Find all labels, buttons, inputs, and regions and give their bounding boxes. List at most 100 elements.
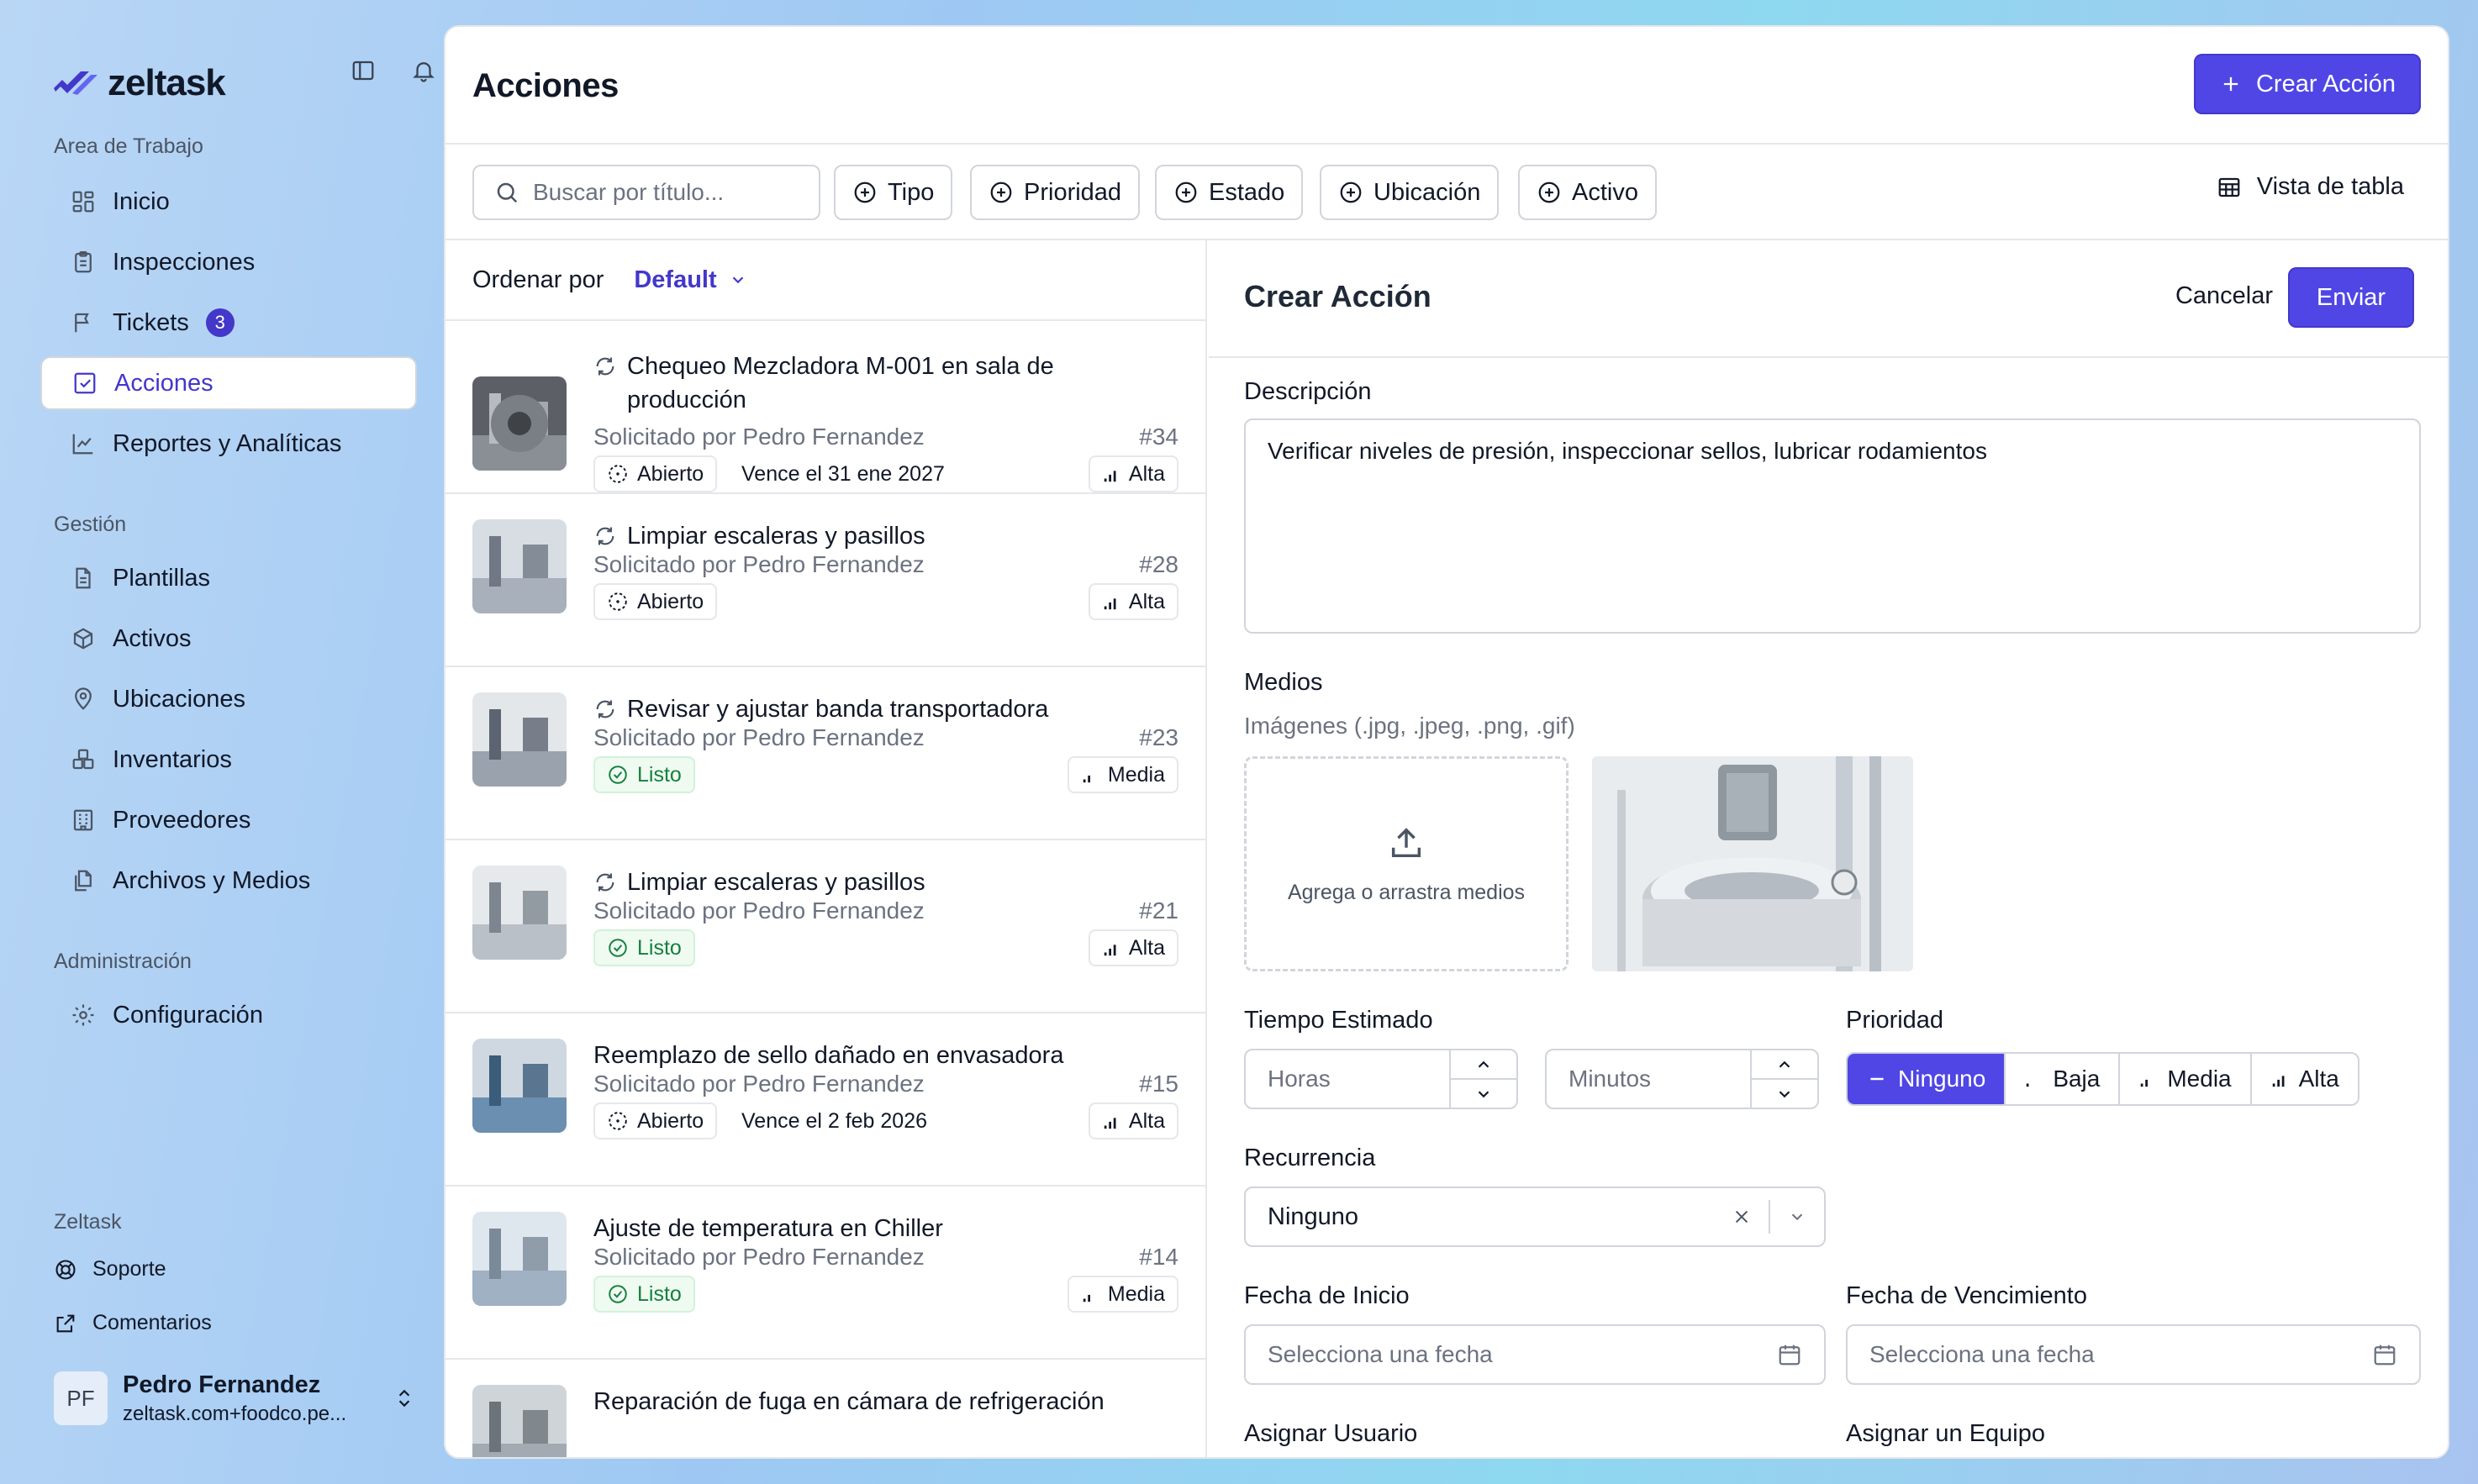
chevron-down-icon[interactable]	[1770, 1208, 1824, 1226]
sidebar-item-tickets[interactable]: Tickets 3	[40, 296, 417, 350]
recurrence-select[interactable]: Ninguno	[1244, 1187, 1826, 1247]
status-label: Listo	[637, 935, 682, 960]
feedback-link[interactable]: Comentarios	[54, 1311, 212, 1335]
user-name: Pedro Fernandez	[123, 1371, 321, 1398]
priority-option-alta[interactable]: Alta	[2249, 1054, 2358, 1104]
action-title: Limpiar escaleras y pasillos	[593, 866, 1178, 899]
support-link[interactable]: Soporte	[54, 1257, 166, 1281]
action-title-text: Revisar y ajustar banda transportadora	[627, 696, 1049, 723]
cancel-button[interactable]: Cancelar	[2175, 282, 2273, 310]
signal-low-icon	[2027, 1083, 2029, 1087]
media-dropzone[interactable]: Agrega o arrastra medios	[1244, 756, 1569, 971]
hours-increment-icon[interactable]	[1451, 1050, 1516, 1078]
action-title-text: Limpiar escaleras y pasillos	[627, 869, 925, 896]
sidebar-item-ubicaciones[interactable]: Ubicaciones	[40, 672, 417, 726]
requested-by: Solicitado por Pedro Fernandez	[593, 724, 925, 750]
priority-label: Prioridad	[1846, 1007, 1944, 1034]
priority-option-media[interactable]: Media	[2118, 1054, 2249, 1104]
actions-list: Ordenar por Default Chequeo Mezcladora M…	[446, 240, 1207, 1457]
user-menu[interactable]: PF Pedro Fernandez zeltask.com+foodco.pe…	[54, 1363, 415, 1434]
list-item[interactable]: Reparación de fuga en cámara de refriger…	[446, 1360, 1205, 1457]
sidebar-item-plantillas[interactable]: Plantillas	[40, 551, 417, 605]
sidebar-item-configuracion[interactable]: Configuración	[40, 988, 417, 1042]
media-thumbnail-image[interactable]	[1592, 756, 1913, 971]
priority-option-label: Media	[2167, 1066, 2232, 1092]
priority-option-label: Ninguno	[1898, 1066, 1986, 1092]
search-icon	[497, 182, 518, 203]
sidebar: zeltask Area de Trabajo Inicio Inspeccio…	[15, 15, 442, 1471]
list-item[interactable]: Limpiar escaleras y pasillos Solicitado p…	[446, 494, 1205, 667]
sidebar-toggle-icon[interactable]	[345, 52, 382, 89]
assign-user-label: Asignar Usuario	[1244, 1420, 1418, 1447]
priority-badge: Media	[1067, 1276, 1178, 1313]
chart-line-icon	[71, 431, 96, 456]
table-view-label: Vista de tabla	[2256, 173, 2404, 200]
form-title: Crear Acción	[1244, 279, 1431, 313]
priority-badge: Alta	[1088, 455, 1178, 492]
sidebar-item-inventarios[interactable]: Inventarios	[40, 733, 417, 787]
list-item[interactable]: Revisar y ajustar banda transportadora So…	[446, 667, 1205, 840]
create-action-button[interactable]: Crear Acción	[2194, 54, 2421, 114]
start-date-picker[interactable]: Selecciona una fecha	[1244, 1324, 1826, 1385]
start-date-label: Fecha de Inicio	[1244, 1282, 1410, 1309]
priority-option-label: Alta	[2298, 1066, 2339, 1092]
check-circle-icon	[607, 937, 629, 959]
priority-option-baja[interactable]: Baja	[2004, 1054, 2118, 1104]
map-pin-icon	[71, 687, 96, 712]
signal-icon	[1104, 1118, 1116, 1129]
submit-label: Enviar	[2316, 283, 2386, 311]
due-date-picker[interactable]: Selecciona una fecha	[1846, 1324, 2421, 1385]
priority-badge: Alta	[1088, 1102, 1178, 1139]
bell-icon[interactable]	[405, 52, 442, 89]
sidebar-item-inicio[interactable]: Inicio	[40, 175, 417, 229]
sidebar-item-label: Proveedores	[113, 806, 251, 834]
action-thumbnail-image	[472, 1039, 567, 1133]
sidebar-item-proveedores[interactable]: Proveedores	[40, 793, 417, 847]
filter-label: Prioridad	[1024, 178, 1122, 206]
table-icon	[2217, 175, 2242, 200]
description-textarea[interactable]: Verificar niveles de presión, inspeccion…	[1244, 418, 2421, 634]
brand[interactable]: zeltask	[52, 62, 226, 104]
sidebar-item-acciones[interactable]: Acciones	[40, 356, 417, 410]
sidebar-item-activos[interactable]: Activos	[40, 612, 417, 666]
clipboard-icon	[71, 250, 96, 275]
sidebar-item-reportes[interactable]: Reportes y Analíticas	[40, 417, 417, 471]
filter-label: Ubicación	[1373, 178, 1481, 206]
list-item[interactable]: Limpiar escaleras y pasillos Solicitado p…	[446, 840, 1205, 1013]
filter-estado[interactable]: Estado	[1155, 165, 1304, 220]
sidebar-item-inspecciones[interactable]: Inspecciones	[40, 235, 417, 289]
action-title-text: Reemplazo de sello dañado en envasadora	[593, 1042, 1064, 1069]
list-item[interactable]: Ajuste de temperatura en Chiller Solicita…	[446, 1187, 1205, 1360]
action-title-text: Chequeo Mezcladora M-001 en sala de prod…	[627, 353, 1054, 413]
submit-button[interactable]: Enviar	[2288, 267, 2414, 328]
search-input[interactable]: Buscar por título...	[472, 165, 820, 220]
status-label: Listo	[637, 1281, 682, 1306]
plus-circle-icon	[852, 180, 878, 205]
minutes-input[interactable]: Minutos	[1545, 1049, 1819, 1109]
status-label: Abierto	[637, 1108, 704, 1133]
sort-select[interactable]: Default	[634, 266, 746, 294]
estimated-time-label: Tiempo Estimado	[1244, 1007, 1433, 1034]
recurring-icon	[593, 697, 617, 721]
priority-label: Alta	[1128, 1108, 1165, 1133]
hours-decrement-icon[interactable]	[1451, 1078, 1516, 1108]
table-view-button[interactable]: Vista de tabla	[2217, 173, 2404, 201]
list-item[interactable]: Chequeo Mezcladora M-001 en sala de prod…	[446, 321, 1205, 494]
brand-name: zeltask	[108, 62, 226, 103]
clear-icon[interactable]	[1715, 1208, 1769, 1226]
sidebar-item-label: Configuración	[113, 1001, 263, 1029]
list-item[interactable]: Reemplazo de sello dañado en envasadora S…	[446, 1013, 1205, 1187]
priority-segmented-control: Ninguno Baja Media Alta	[1846, 1052, 2359, 1106]
minutes-increment-icon[interactable]	[1752, 1050, 1817, 1078]
priority-option-ninguno[interactable]: Ninguno	[1848, 1054, 2005, 1104]
hours-input[interactable]: Horas	[1244, 1049, 1518, 1109]
sidebar-item-archivos[interactable]: Archivos y Medios	[40, 854, 417, 908]
filter-label: Activo	[1572, 178, 1638, 206]
recurrence-label: Recurrencia	[1244, 1145, 1376, 1171]
filter-prioridad[interactable]: Prioridad	[970, 165, 1141, 220]
filter-activo[interactable]: Activo	[1518, 165, 1657, 220]
filter-tipo[interactable]: Tipo	[834, 165, 953, 220]
minutes-decrement-icon[interactable]	[1752, 1078, 1817, 1108]
dropzone-label: Agrega o arrastra medios	[1287, 880, 1526, 904]
filter-ubicacion[interactable]: Ubicación	[1320, 165, 1500, 220]
